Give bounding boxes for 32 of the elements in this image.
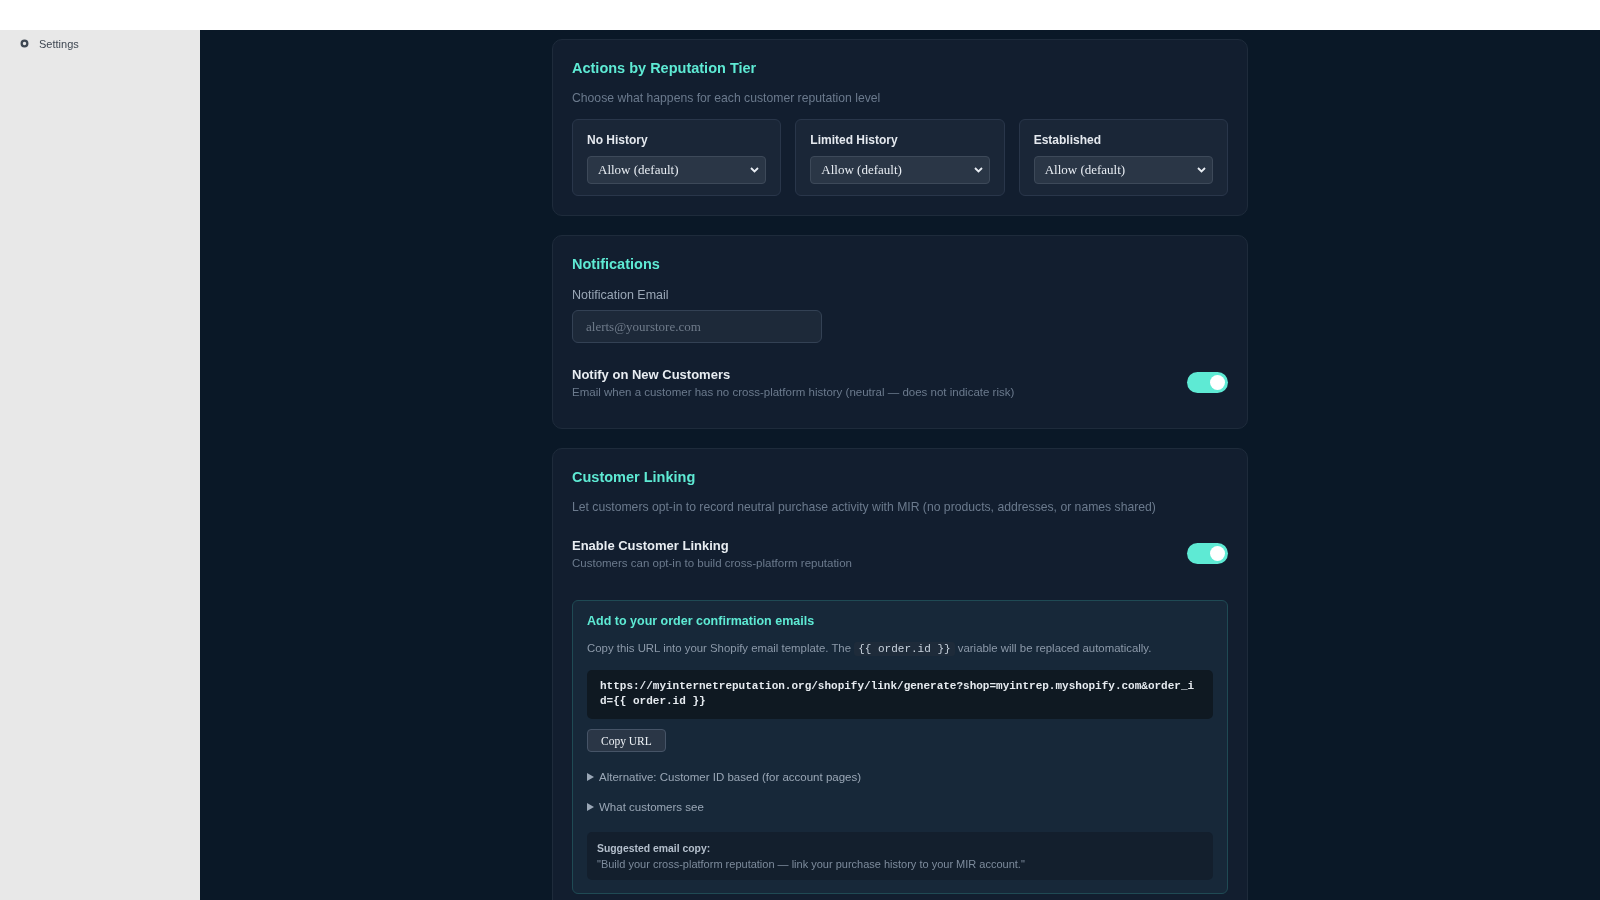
action-select[interactable]: Allow (default) [1033, 156, 1213, 184]
toggle-description: Email when a customer has no cross-platform history (neutral — does not indicate risk) [572, 385, 1015, 399]
section-title: Actions by Reputation Tier [572, 59, 758, 77]
toggle-title: Enable Customer Linking [572, 537, 730, 554]
tier-label: No History [587, 133, 649, 147]
chevron-down-icon [750, 167, 760, 173]
chevron-down-icon [973, 167, 983, 173]
suggestion-title: Suggested email copy: [597, 842, 711, 855]
tier-label: Limited History [810, 133, 899, 147]
sidebar-item[interactable]: Settings [0, 30, 79, 50]
suggestion-text: "Build your cross-platform reputation — link your purchase history to your MIR account." [597, 858, 1025, 871]
disclosure-toggle[interactable]: Alternative: Customer ID based (for account pages) [587, 770, 862, 784]
toggle-switch[interactable] [1187, 543, 1228, 564]
panel-title: Add to your order confirmation emails [587, 614, 816, 629]
instruction-text: Copy this URL into your Shopify email template. The {{ order.id }} variable will be replaced automatically. [587, 641, 1153, 657]
section-description: Choose what happens for each customer reputation level [572, 91, 882, 105]
copy-url-button[interactable]: Copy URL [587, 729, 666, 752]
toggle-title: Notify on New Customers [572, 366, 732, 383]
tier-label: Established [1033, 133, 1102, 147]
action-select[interactable]: Allow (default) [810, 156, 990, 184]
section-description: Let customers opt-in to record neutral purchase activity with MIR (no products, addresses, or names shared) [572, 500, 1157, 514]
toggle-switch[interactable] [1187, 372, 1228, 393]
toggle-description: Customers can opt-in to build cross-platform reputation [572, 556, 852, 570]
email-field[interactable]: alerts@yourstore.com [572, 310, 822, 343]
gear-icon [18, 37, 31, 50]
section-title: Notifications [572, 255, 661, 273]
section-title: Customer Linking [572, 468, 697, 486]
chevron-down-icon [1197, 167, 1206, 173]
disclosure-toggle[interactable]: What customers see [587, 800, 704, 814]
field-label: Notification Email [572, 288, 670, 302]
url-code-block: https://myinternetreputation.org/shopify/link/generate?shop=myintrep.myshopify.com&order_id={{ order.id }} [587, 670, 1213, 719]
action-select[interactable]: Allow (default) [587, 156, 767, 184]
